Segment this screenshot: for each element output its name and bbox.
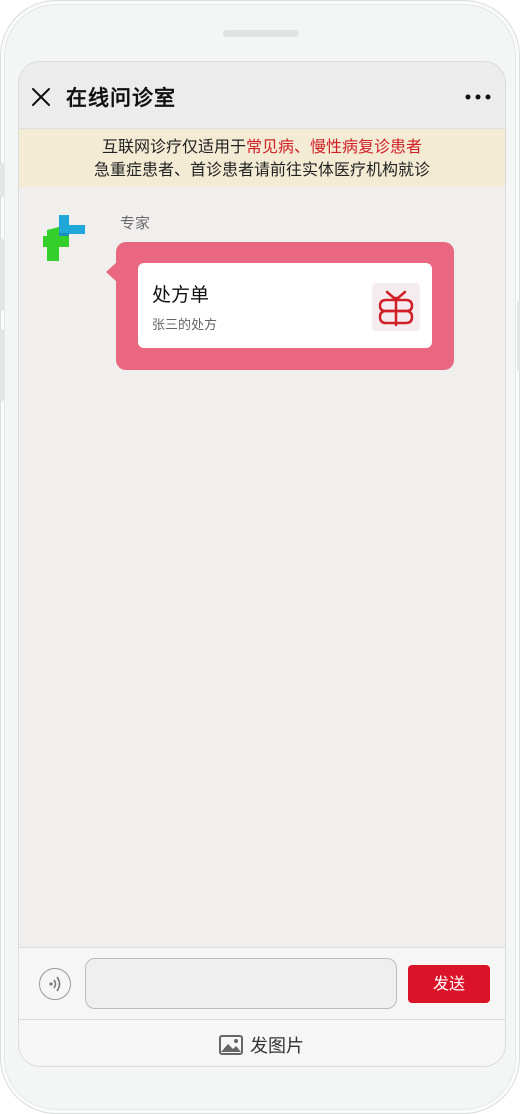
voice-icon[interactable] — [39, 968, 71, 1000]
image-icon — [219, 1035, 243, 1055]
notice-line-2: 急重症患者、首诊患者请前往实体医疗机构就诊 — [93, 160, 430, 179]
page-title: 在线问诊室 — [66, 86, 176, 110]
send-button[interactable]: 发送 — [408, 965, 490, 1003]
sender-name: 专家 — [120, 214, 151, 232]
notice-banner: 互联网诊疗仅适用于常见病、慢性病复诊患者 急重症患者、首诊患者请前往实体医疗机构… — [19, 129, 505, 187]
speaker-grille — [223, 30, 299, 37]
notice-line-1: 互联网诊疗仅适用于常见病、慢性病复诊患者 — [19, 135, 505, 158]
message-input[interactable] — [85, 958, 397, 1009]
send-photo-bar[interactable]: 发图片 — [19, 1019, 505, 1066]
send-photo-label: 发图片 — [250, 1036, 304, 1057]
prescription-card[interactable]: 处方单 张三的处方 — [138, 263, 432, 348]
message-composer: 发送 — [19, 947, 505, 1020]
doctor-avatar[interactable] — [41, 214, 89, 262]
prescription-icon — [372, 283, 420, 331]
volume-down-button — [0, 329, 4, 401]
more-options-icon[interactable] — [465, 94, 491, 100]
app-screen: 在线问诊室 互联网诊疗仅适用于常见病、慢性病复诊患者 急重症患者、首诊患者请前往… — [18, 61, 506, 1067]
message-bubble[interactable]: 处方单 张三的处方 — [106, 242, 454, 370]
navigation-bar: 在线问诊室 — [19, 62, 505, 129]
voice-waves-icon — [49, 976, 61, 992]
close-icon[interactable] — [31, 87, 51, 107]
notice-text: 互联网诊疗仅适用于 — [101, 137, 246, 156]
volume-up-button — [0, 239, 4, 311]
card-title: 处方单 — [152, 284, 210, 306]
chat-area[interactable]: 专家 处方单 张三的处方 — [19, 187, 505, 947]
phone-frame: 在线问诊室 互联网诊疗仅适用于常见病、慢性病复诊患者 急重症患者、首诊患者请前往… — [0, 0, 520, 1114]
notice-highlight: 常见病、慢性病复诊患者 — [246, 137, 423, 156]
bubble-tail — [106, 262, 117, 282]
card-subtitle: 张三的处方 — [152, 318, 218, 333]
side-button — [0, 163, 4, 197]
